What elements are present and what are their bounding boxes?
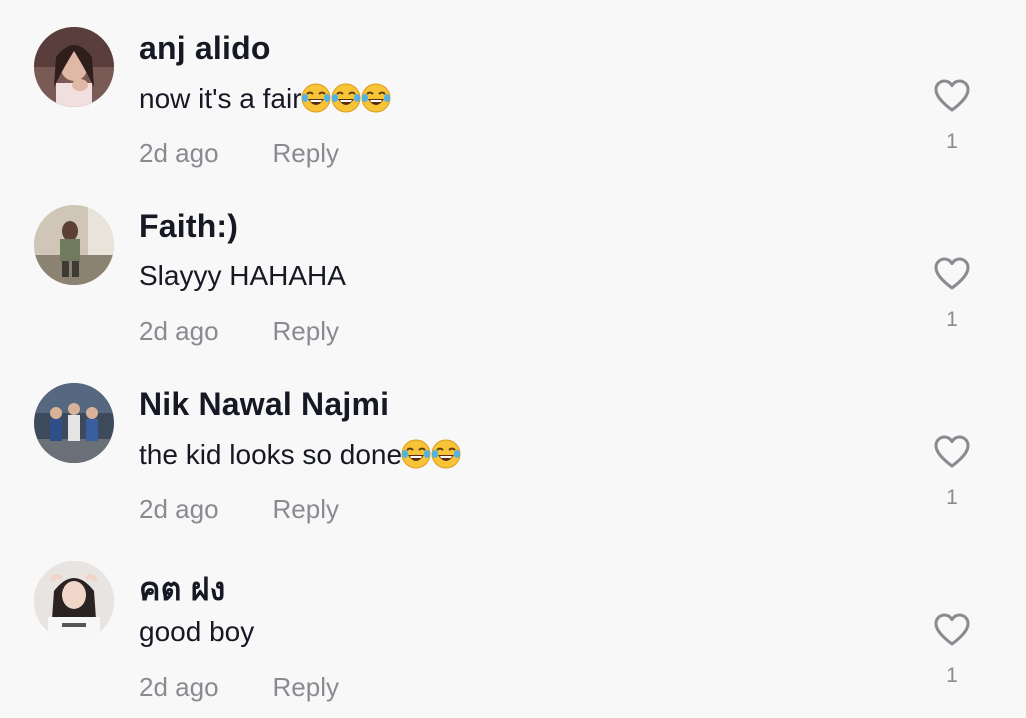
comment-text: the kid looks so done [139,438,462,471]
comment-list: anj alido now it's a fair 2d ago Reply 1 … [0,0,1026,718]
heart-outline-icon [934,257,970,290]
reply-button[interactable]: Reply [273,138,339,168]
comment-username[interactable]: anj alido [139,30,271,67]
face-with-tears-of-joy-icon [300,82,332,114]
comment-text-content: now it's a fair [139,83,302,114]
like-button[interactable] [932,610,972,650]
avatar[interactable] [34,561,114,641]
face-with-tears-of-joy-icon [330,82,362,114]
avatar[interactable] [34,205,114,285]
comment-text-content: the kid looks so done [139,439,403,470]
face-with-tears-of-joy-icon [430,438,462,470]
avatar-image [34,561,114,641]
comment-meta: 2d ago Reply [139,138,339,169]
heart-outline-icon [934,435,970,468]
avatar[interactable] [34,27,114,107]
comment-item: Nik Nawal Najmi the kid looks so done 2d… [0,356,1026,534]
reply-button[interactable]: Reply [273,316,339,346]
face-with-tears-of-joy-icon [400,438,432,470]
reply-button[interactable]: Reply [273,494,339,524]
comment-username[interactable]: คต ฝง [139,564,225,615]
heart-outline-icon [934,613,970,646]
heart-outline-icon [934,79,970,112]
comment-item: Faith:) Slayyy HAHAHA 2d ago Reply 1 [0,178,1026,356]
avatar-image [34,27,114,107]
comment-timestamp: 2d ago [139,672,219,702]
like-button[interactable] [932,254,972,294]
avatar-image [34,383,114,463]
avatar[interactable] [34,383,114,463]
avatar-image [34,205,114,285]
like-button[interactable] [932,432,972,472]
comment-meta: 2d ago Reply [139,672,339,703]
comment-timestamp: 2d ago [139,138,219,168]
like-count: 1 [946,130,958,153]
like-count: 1 [946,486,958,509]
comment-text-content: Slayyy HAHAHA [139,260,346,291]
reply-button[interactable]: Reply [273,672,339,702]
comment-text: Slayyy HAHAHA [139,260,346,292]
comment-text-content: good boy [139,616,255,647]
like-count: 1 [946,664,958,687]
comment-timestamp: 2d ago [139,316,219,346]
comment-text: now it's a fair [139,82,392,115]
comment-username[interactable]: Faith:) [139,208,238,245]
comment-username[interactable]: Nik Nawal Najmi [139,386,389,423]
comment-meta: 2d ago Reply [139,494,339,525]
comment-item: คต ฝง good boy 2d ago Reply 1 [0,534,1026,712]
comment-item: anj alido now it's a fair 2d ago Reply 1 [0,0,1026,178]
face-with-tears-of-joy-icon [360,82,392,114]
comment-timestamp: 2d ago [139,494,219,524]
comment-meta: 2d ago Reply [139,316,339,347]
comment-text: good boy [139,616,254,648]
like-count: 1 [946,308,958,331]
like-button[interactable] [932,76,972,116]
